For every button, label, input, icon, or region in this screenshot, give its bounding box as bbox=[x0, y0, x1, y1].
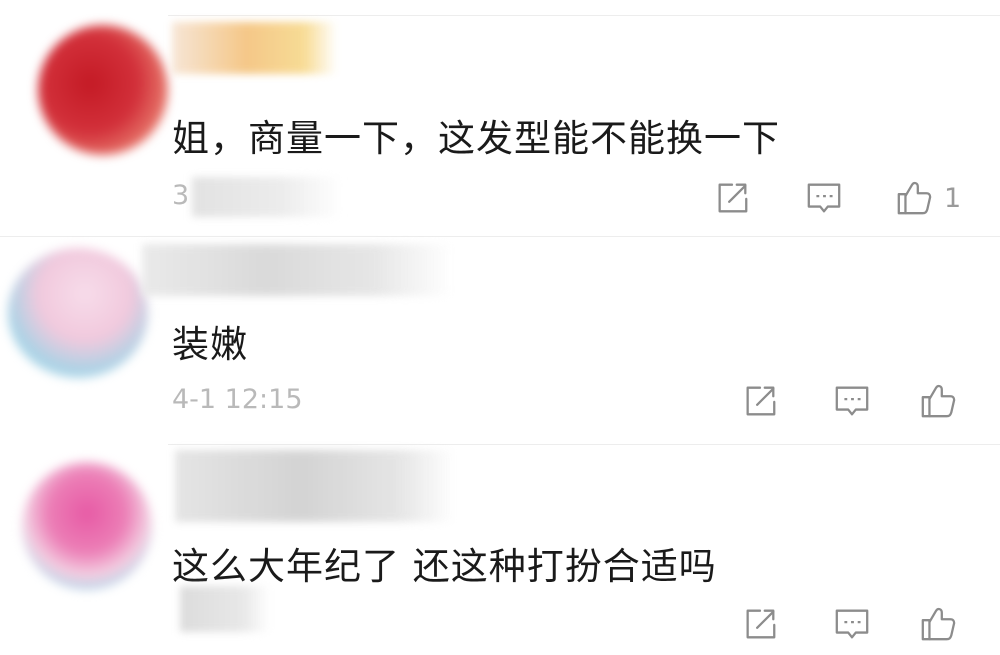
comment-actions: 1 bbox=[712, 178, 961, 218]
share-button[interactable] bbox=[712, 178, 752, 218]
comment-actions bbox=[740, 604, 968, 644]
timestamp-redacted bbox=[192, 177, 342, 217]
comment-text: 装嫩 bbox=[172, 323, 248, 366]
comment-icon bbox=[835, 386, 869, 416]
comment-actions bbox=[740, 381, 968, 421]
avatar[interactable] bbox=[22, 462, 152, 590]
share-icon bbox=[746, 609, 776, 639]
reply-button[interactable] bbox=[832, 604, 872, 644]
like-button[interactable] bbox=[894, 178, 934, 218]
avatar[interactable] bbox=[8, 248, 148, 378]
thumbs-up-icon bbox=[921, 607, 956, 641]
timestamp-redacted bbox=[180, 586, 270, 632]
comment-item: 姐，商量一下，这发型能不能换一下 3 1 bbox=[0, 0, 1000, 236]
comment-item: 这么大年纪了 还这种打扮合适吗 bbox=[0, 444, 1000, 655]
share-icon bbox=[718, 183, 748, 213]
timestamp: 3 bbox=[172, 180, 190, 211]
divider bbox=[168, 15, 1000, 16]
comment-text: 姐，商量一下，这发型能不能换一下 bbox=[172, 117, 780, 160]
share-button[interactable] bbox=[740, 381, 780, 421]
timestamp: 4-1 12:15 bbox=[172, 384, 303, 415]
reply-button[interactable] bbox=[832, 381, 872, 421]
comment-icon bbox=[835, 609, 869, 639]
username[interactable] bbox=[142, 244, 452, 296]
username[interactable] bbox=[172, 22, 337, 74]
like-button[interactable] bbox=[918, 604, 958, 644]
like-button[interactable] bbox=[918, 381, 958, 421]
share-icon bbox=[746, 386, 776, 416]
reply-button[interactable] bbox=[804, 178, 844, 218]
thumbs-up-icon bbox=[921, 384, 956, 418]
comment-text: 这么大年纪了 还这种打扮合适吗 bbox=[172, 545, 717, 588]
username[interactable] bbox=[175, 450, 455, 522]
thumbs-up-icon bbox=[897, 181, 932, 215]
comment-item: 装嫩 4-1 12:15 bbox=[0, 236, 1000, 444]
like-count: 1 bbox=[944, 182, 962, 214]
avatar[interactable] bbox=[38, 25, 168, 155]
share-button[interactable] bbox=[740, 604, 780, 644]
comment-icon bbox=[807, 183, 841, 213]
